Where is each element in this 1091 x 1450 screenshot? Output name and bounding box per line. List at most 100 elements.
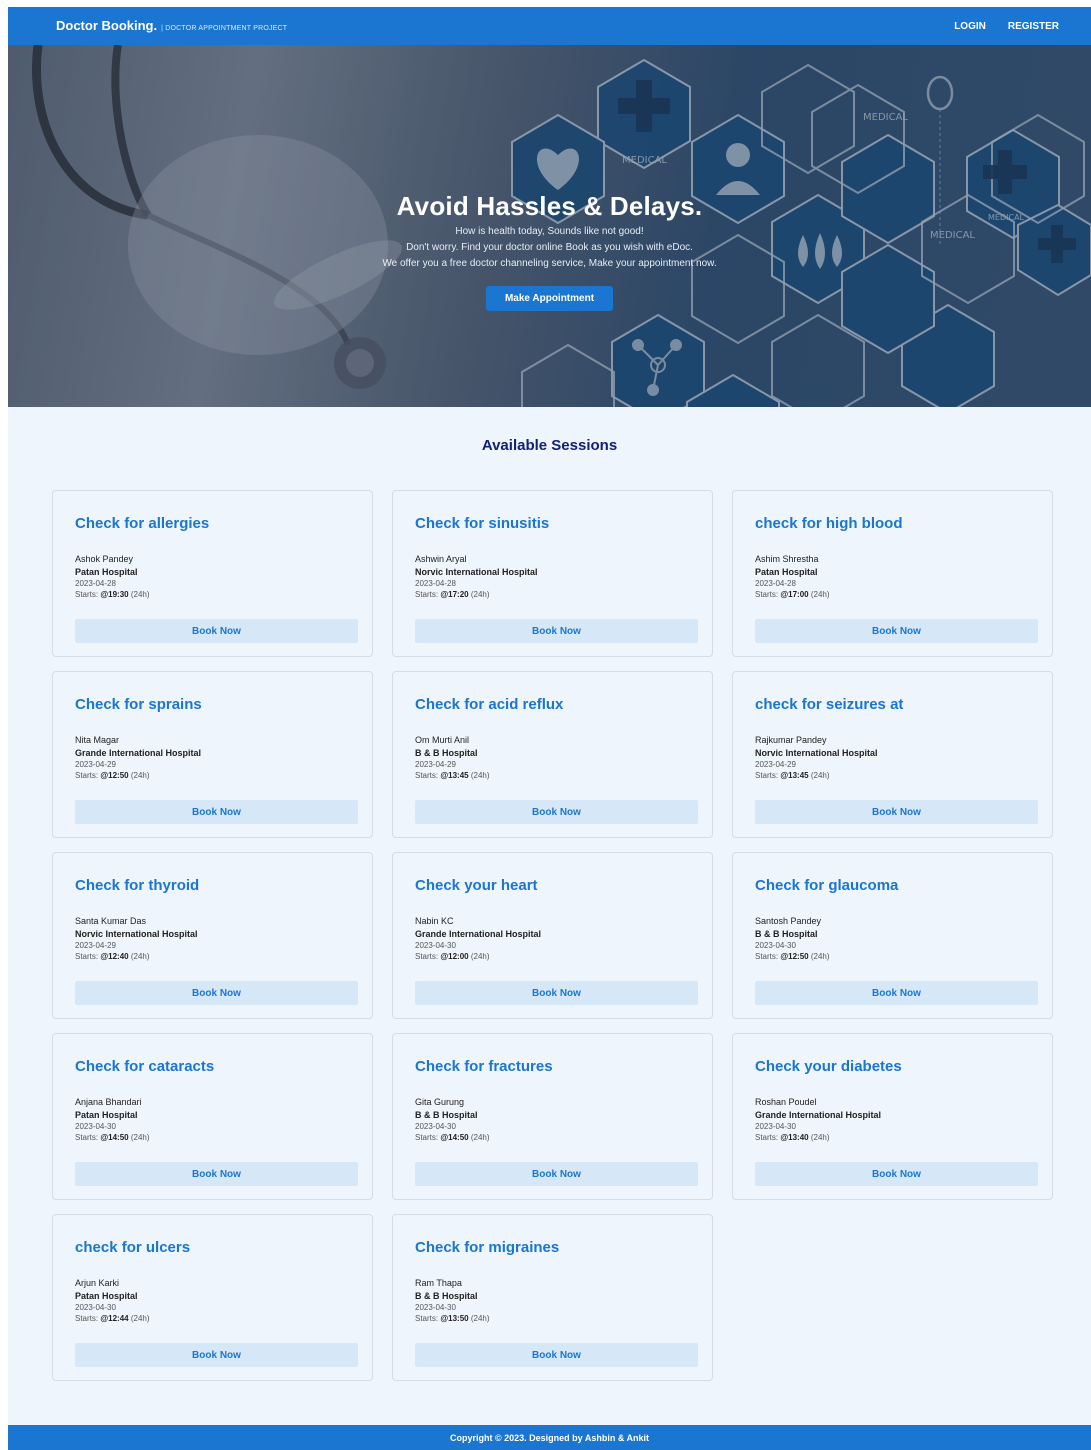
session-start-time: Starts: @17:20 (24h) bbox=[415, 589, 690, 601]
starts-suffix: (24h) bbox=[470, 590, 490, 599]
session-title[interactable]: Check for allergies bbox=[75, 515, 350, 532]
start-time-value: @12:40 bbox=[100, 952, 129, 961]
starts-prefix: Starts: bbox=[755, 771, 779, 780]
session-start-time: Starts: @14:50 (24h) bbox=[415, 1132, 690, 1144]
session-title[interactable]: Check for sprains bbox=[75, 696, 350, 713]
session-date: 2023-04-30 bbox=[755, 1122, 796, 1131]
starts-prefix: Starts: bbox=[415, 771, 439, 780]
session-title[interactable]: Check your heart bbox=[415, 877, 690, 894]
session-card: Check your heart Nabin KC Grande Internati… bbox=[392, 852, 713, 1019]
session-title[interactable]: Check for sinusitis bbox=[415, 515, 690, 532]
session-card: Check for cataracts Anjana Bhandari Patan … bbox=[52, 1033, 373, 1200]
session-title[interactable]: Check for glaucoma bbox=[755, 877, 1030, 894]
book-now-button[interactable]: Book Now bbox=[415, 800, 698, 824]
doctor-name: Santosh Pandey bbox=[755, 916, 822, 926]
session-card: Check for sprains Nita Magar Grande Intern… bbox=[52, 671, 373, 838]
doctor-name: Ashim Shrestha bbox=[755, 554, 819, 564]
start-time-value: @13:40 bbox=[780, 1133, 809, 1142]
start-time-value: @13:50 bbox=[440, 1314, 469, 1323]
session-title[interactable]: check for high blood bbox=[755, 515, 1030, 532]
session-start-time: Starts: @12:00 (24h) bbox=[415, 951, 690, 963]
start-time-value: @19:30 bbox=[100, 590, 129, 599]
session-info: Santa Kumar Das Norvic International Hosp… bbox=[75, 915, 350, 963]
session-title[interactable]: Check your diabetes bbox=[755, 1058, 1030, 1075]
book-now-button[interactable]: Book Now bbox=[75, 981, 358, 1005]
starts-prefix: Starts: bbox=[75, 1314, 99, 1323]
login-link[interactable]: LOGIN bbox=[954, 21, 986, 32]
session-date: 2023-04-29 bbox=[415, 760, 456, 769]
start-time-value: @14:50 bbox=[440, 1133, 469, 1142]
book-now-button[interactable]: Book Now bbox=[75, 619, 358, 643]
starts-prefix: Starts: bbox=[415, 952, 439, 961]
session-info: Roshan Poudel Grande International Hospit… bbox=[755, 1096, 1030, 1144]
session-title[interactable]: Check for thyroid bbox=[75, 877, 350, 894]
session-start-time: Starts: @12:44 (24h) bbox=[75, 1313, 350, 1325]
session-card: check for seizures at Rajkumar Pandey Norv… bbox=[732, 671, 1053, 838]
book-now-button[interactable]: Book Now bbox=[75, 1162, 358, 1186]
book-now-button[interactable]: Book Now bbox=[755, 800, 1038, 824]
book-now-button[interactable]: Book Now bbox=[755, 619, 1038, 643]
session-title[interactable]: Check for acid reflux bbox=[415, 696, 690, 713]
session-date: 2023-04-30 bbox=[755, 941, 796, 950]
starts-prefix: Starts: bbox=[415, 1133, 439, 1142]
book-now-button[interactable]: Book Now bbox=[415, 1343, 698, 1367]
session-title[interactable]: Check for fractures bbox=[415, 1058, 690, 1075]
hospital-name: Norvic International Hospital bbox=[415, 567, 538, 577]
starts-suffix: (24h) bbox=[810, 952, 830, 961]
book-now-button[interactable]: Book Now bbox=[75, 1343, 358, 1367]
session-start-time: Starts: @12:50 (24h) bbox=[755, 951, 1030, 963]
session-info: Om Murti Anil B & B Hospital 2023-04-29 Sta… bbox=[415, 734, 690, 782]
make-appointment-button[interactable]: Make Appointment bbox=[485, 286, 614, 311]
session-title[interactable]: check for ulcers bbox=[75, 1239, 350, 1256]
starts-prefix: Starts: bbox=[75, 1133, 99, 1142]
hero-content: Avoid Hassles & Delays. How is health to… bbox=[8, 191, 1091, 311]
session-date: 2023-04-30 bbox=[415, 1122, 456, 1131]
doctor-name: Nabin KC bbox=[415, 916, 454, 926]
starts-prefix: Starts: bbox=[75, 590, 99, 599]
hospital-name: Patan Hospital bbox=[75, 567, 138, 577]
hero-title: Avoid Hassles & Delays. bbox=[396, 191, 703, 221]
hospital-name: Patan Hospital bbox=[75, 1110, 138, 1120]
book-now-button[interactable]: Book Now bbox=[415, 981, 698, 1005]
session-info: Nabin KC Grande International Hospital 202… bbox=[415, 915, 690, 963]
hero-line-1: How is health today, Sounds like not goo… bbox=[455, 226, 644, 237]
starts-suffix: (24h) bbox=[130, 771, 150, 780]
session-date: 2023-04-30 bbox=[75, 1303, 116, 1312]
book-now-button[interactable]: Book Now bbox=[755, 981, 1038, 1005]
hero-line-2: Don't worry. Find your doctor online Boo… bbox=[406, 242, 693, 253]
book-now-button[interactable]: Book Now bbox=[415, 619, 698, 643]
session-card: Check for thyroid Santa Kumar Das Norvic I… bbox=[52, 852, 373, 1019]
book-now-button[interactable]: Book Now bbox=[75, 800, 358, 824]
hospital-name: Grande International Hospital bbox=[75, 748, 202, 758]
session-title[interactable]: check for seizures at bbox=[755, 696, 1030, 713]
starts-suffix: (24h) bbox=[810, 1133, 830, 1142]
starts-suffix: (24h) bbox=[130, 1314, 150, 1323]
session-start-time: Starts: @19:30 (24h) bbox=[75, 589, 350, 601]
session-card: check for high blood Ashim Shrestha Patan … bbox=[732, 490, 1053, 657]
session-title[interactable]: Check for cataracts bbox=[75, 1058, 350, 1075]
book-now-button[interactable]: Book Now bbox=[755, 1162, 1038, 1186]
starts-prefix: Starts: bbox=[415, 1314, 439, 1323]
brand[interactable]: Doctor Booking. | DOCTOR APPOINTMENT PROJ… bbox=[8, 17, 287, 35]
book-now-button[interactable]: Book Now bbox=[415, 1162, 698, 1186]
sessions-grid: Check for allergies Ashok Pandey Patan Hos… bbox=[52, 490, 1053, 1381]
doctor-name: Anjana Bhandari bbox=[75, 1097, 142, 1107]
session-start-time: Starts: @12:50 (24h) bbox=[75, 770, 350, 782]
page-frame: Doctor Booking. | DOCTOR APPOINTMENT PROJ… bbox=[8, 7, 1091, 1450]
hospital-name: Patan Hospital bbox=[75, 1291, 138, 1301]
doctor-name: Om Murti Anil bbox=[415, 735, 470, 745]
session-title[interactable]: Check for migraines bbox=[415, 1239, 690, 1256]
doctor-name: Roshan Poudel bbox=[755, 1097, 817, 1107]
session-date: 2023-04-30 bbox=[415, 941, 456, 950]
register-link[interactable]: REGISTER bbox=[1008, 21, 1059, 32]
session-info: Anjana Bhandari Patan Hospital 2023-04-30 S… bbox=[75, 1096, 350, 1144]
starts-suffix: (24h) bbox=[470, 1314, 490, 1323]
session-date: 2023-04-28 bbox=[75, 579, 116, 588]
session-date: 2023-04-29 bbox=[75, 760, 116, 769]
session-info: Rajkumar Pandey Norvic International Hosp… bbox=[755, 734, 1030, 782]
session-start-time: Starts: @13:45 (24h) bbox=[415, 770, 690, 782]
session-info: Ashok Pandey Patan Hospital 2023-04-28 Star… bbox=[75, 553, 350, 601]
brand-title[interactable]: Doctor Booking. bbox=[56, 18, 157, 33]
session-start-time: Starts: @14:50 (24h) bbox=[75, 1132, 350, 1144]
session-card: Check for sinusitis Ashwin Aryal Norvic In… bbox=[392, 490, 713, 657]
